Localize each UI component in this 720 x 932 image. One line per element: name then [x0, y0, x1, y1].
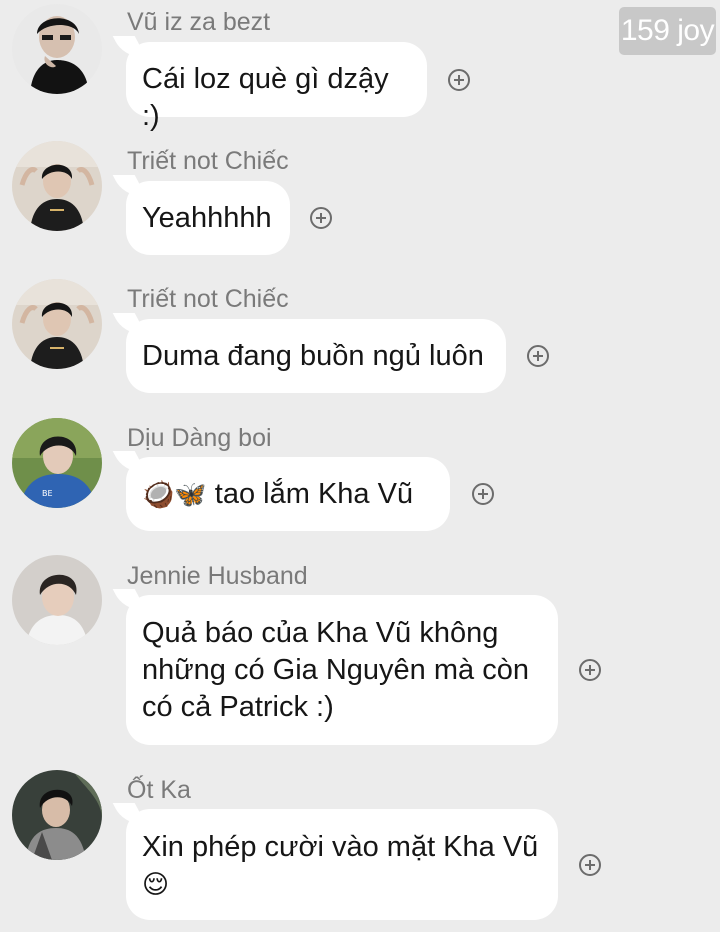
message-bubble[interactable]: Xin phép cười vào mặt Kha Vũ 😌 [126, 809, 558, 920]
circle-plus-icon[interactable] [527, 345, 549, 367]
circle-plus-icon[interactable] [310, 207, 332, 229]
circle-plus-icon[interactable] [579, 854, 601, 876]
sender-name: Triết not Chiếc [127, 147, 289, 175]
message-text: Duma đang buồn ngủ luôn [142, 340, 484, 372]
message-text: Cái loz què gì dzậy :) [142, 63, 389, 132]
circle-plus-icon[interactable] [448, 69, 470, 91]
message-text: Quả báo của Kha Vũ không những có Gia Ng… [142, 617, 529, 723]
avatar[interactable] [12, 141, 102, 231]
message-bubble[interactable]: 🥥🦋 tao lắm Kha Vũ [126, 457, 450, 531]
avatar[interactable] [12, 770, 102, 860]
emoji-coconut-butterfly: 🥥🦋 [142, 480, 207, 510]
message-bubble[interactable]: Cái loz què gì dzậy :) [126, 42, 427, 132]
avatar[interactable]: BE [12, 418, 102, 508]
message-text: Yeahhhhh [142, 202, 272, 234]
message-text: tao lắm Kha Vũ [206, 478, 414, 510]
watermark-label: 159 joy [619, 7, 716, 55]
relieved-face-emoji: 😌 [142, 870, 170, 900]
avatar[interactable] [12, 555, 102, 645]
sender-name: Ốt Ka [127, 776, 191, 804]
circle-plus-icon[interactable] [579, 659, 601, 681]
sender-name: Jennie Husband [127, 562, 308, 590]
message-text: Xin phép cười vào mặt Kha Vũ [142, 831, 539, 863]
svg-text:BE: BE [42, 489, 53, 498]
message-bubble[interactable]: Duma đang buồn ngủ luôn [126, 319, 506, 393]
message-bubble[interactable]: Quả báo của Kha Vũ không những có Gia Ng… [126, 595, 558, 745]
avatar[interactable] [12, 279, 102, 369]
avatar[interactable] [12, 4, 102, 94]
sender-name: Triết not Chiếc [127, 285, 289, 313]
sender-name: Vũ iz za bezt [127, 8, 271, 36]
message-bubble[interactable]: Yeahhhhh [126, 181, 290, 255]
sender-name: Dịu Dàng boi [127, 424, 272, 452]
circle-plus-icon[interactable] [472, 483, 494, 505]
